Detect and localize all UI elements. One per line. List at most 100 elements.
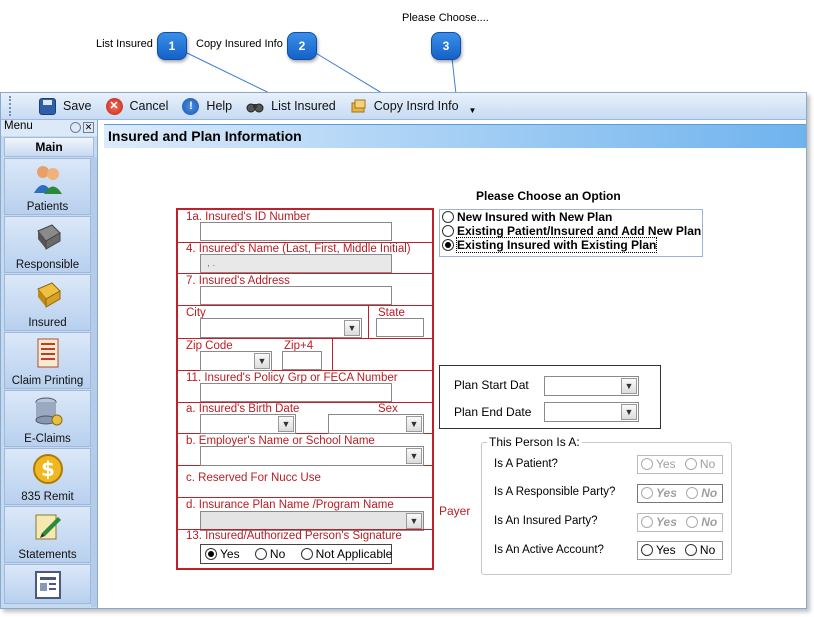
plan-dropdown[interactable]: ▼	[200, 511, 424, 531]
cancel-icon: ✕	[105, 97, 123, 115]
city-dropdown[interactable]: ▼	[200, 318, 362, 338]
is-patient-label: Is A Patient?	[494, 458, 558, 470]
field-birth-sex: a. Insured's Birth Date Sex ▼ ▼	[178, 403, 432, 434]
yes-label: Yes	[656, 486, 677, 500]
svg-text:$: $	[41, 457, 55, 481]
state-input[interactable]	[376, 318, 424, 337]
employer-dropdown[interactable]: ▼	[200, 446, 424, 466]
close-icon[interactable]: ✕	[83, 122, 94, 133]
yes-label: Yes	[656, 457, 676, 471]
sidebar-item-claim-printing[interactable]: Claim Printing	[4, 332, 91, 389]
policy-input[interactable]	[200, 383, 392, 402]
address-input[interactable]	[200, 286, 392, 305]
toolbar-grip[interactable]	[9, 96, 15, 116]
sidebar: Menu ✕ Main Patients Responsible Insured…	[1, 120, 98, 608]
plan-end-label: Plan End Date	[454, 405, 532, 419]
no-label: No	[699, 457, 716, 471]
field-policy: 11. Insured's Policy Grp or FECA Number	[178, 371, 432, 403]
plan-dates-box: Plan Start Dat ▼ Plan End Date ▼	[439, 365, 661, 429]
help-icon: !	[182, 97, 200, 115]
radio-icon	[442, 225, 454, 237]
options-title: Please Choose an Option	[476, 189, 621, 203]
signature-yes-label: Yes	[220, 547, 240, 561]
signature-label: 13. Insured/Authorized Person's Signatur…	[186, 530, 402, 542]
signature-yes-radio[interactable]: Yes	[205, 547, 240, 561]
plan-start-date-picker[interactable]: ▼	[544, 376, 639, 396]
field-nucc: c. Reserved For Nucc Use	[178, 466, 432, 498]
no-label: No	[701, 486, 718, 500]
toolbar: Save ✕ Cancel ! Help List Insured Copy I…	[1, 93, 806, 120]
sidebar-item-e-claims[interactable]: E-Claims	[4, 390, 91, 447]
field-id-number: 1a. Insured's ID Number	[178, 210, 432, 243]
help-button[interactable]: ! Help	[182, 97, 232, 115]
callout-label-copy-insured: Copy Insured Info	[196, 38, 283, 50]
sidebar-item-835-remit[interactable]: $ 835 Remit	[4, 448, 91, 505]
is-responsible-label: Is A Responsible Party?	[494, 486, 616, 498]
database-icon	[35, 397, 63, 426]
option-existing-insured-plan[interactable]: Existing Insured with Existing Plan	[440, 237, 702, 253]
radio-selected-icon	[205, 548, 217, 560]
divider	[176, 529, 434, 530]
yes-label: Yes	[656, 515, 677, 529]
radio-icon	[641, 544, 653, 556]
radio-icon	[641, 487, 653, 499]
signature-na-label: Not Applicable	[315, 547, 393, 561]
chevron-down-icon: ▼	[406, 416, 422, 432]
signature-no-label: No	[269, 547, 286, 561]
sidebar-item-responsible[interactable]: Responsible	[4, 216, 91, 273]
zip4-input[interactable]	[282, 351, 322, 370]
list-insured-button[interactable]: List Insured	[246, 98, 336, 115]
option-existing-add-plan[interactable]: Existing Patient/Insured and Add New Pla…	[440, 224, 702, 238]
chevron-down-icon: ▼	[406, 513, 422, 529]
id-number-input[interactable]	[200, 222, 392, 241]
floppy-disk-icon	[39, 97, 56, 115]
no-label: No	[701, 515, 718, 529]
is-active-radio-group[interactable]: Yes No	[637, 541, 723, 560]
is-patient-radio-group[interactable]: Yes No	[637, 455, 723, 474]
divider	[368, 306, 369, 338]
signature-na-radio[interactable]: Not Applicable	[300, 547, 393, 561]
field-zip: Zip Code ▼ Zip+4	[178, 339, 432, 371]
radio-icon	[686, 516, 699, 528]
radio-icon	[641, 458, 653, 470]
book-icon	[37, 224, 61, 250]
zip-dropdown[interactable]: ▼	[200, 351, 272, 371]
person-type-group: This Person Is A: Is A Patient? Yes No I…	[481, 435, 732, 575]
callout-label-please-choose: Please Choose....	[402, 12, 489, 24]
is-active-label: Is An Active Account?	[494, 544, 604, 556]
option-label: New Insured with New Plan	[457, 210, 613, 224]
chevron-down-icon: ▼	[621, 378, 637, 394]
divider	[332, 339, 333, 371]
sidebar-scrollbar[interactable]	[91, 157, 97, 607]
is-responsible-radio-group[interactable]: Yes No	[637, 484, 723, 503]
callout-badge-3: 3	[431, 32, 461, 60]
sidebar-item-reports[interactable]	[4, 564, 91, 604]
toolbar-overflow-icon[interactable]: ▼	[469, 106, 477, 115]
radio-icon	[641, 516, 653, 528]
report-icon	[35, 571, 61, 599]
pin-icon[interactable]	[70, 122, 81, 133]
radio-icon	[684, 544, 697, 556]
radio-icon	[254, 548, 267, 560]
cancel-button[interactable]: ✕ Cancel	[105, 97, 168, 115]
option-label: Existing Patient/Insured and Add New Pla…	[457, 224, 702, 238]
yes-label: Yes	[656, 543, 676, 557]
name-input[interactable]: , .	[200, 254, 392, 273]
copy-insured-info-button[interactable]: Copy Insrd Info	[350, 98, 459, 115]
sidebar-item-insured[interactable]: Insured	[4, 274, 91, 331]
birth-date-picker[interactable]: ▼	[200, 414, 296, 434]
plan-end-date-picker[interactable]: ▼	[544, 402, 639, 422]
sidebar-item-patients[interactable]: Patients	[4, 158, 91, 215]
sex-dropdown[interactable]: ▼	[328, 414, 424, 434]
save-button[interactable]: Save	[39, 97, 92, 115]
menu-title: Menu	[4, 120, 33, 132]
callout-badge-2: 2	[287, 32, 317, 60]
option-new-insured[interactable]: New Insured with New Plan	[440, 210, 702, 224]
chevron-down-icon: ▼	[278, 416, 294, 432]
sidebar-item-statements[interactable]: Statements	[4, 506, 91, 563]
signature-no-radio[interactable]: No	[254, 547, 286, 561]
is-insured-radio-group[interactable]: Yes No	[637, 513, 723, 532]
sidebar-section-main[interactable]: Main	[4, 137, 94, 157]
insured-form: 1a. Insured's ID Number 4. Insured's Nam…	[176, 208, 434, 570]
radio-icon	[300, 548, 313, 560]
